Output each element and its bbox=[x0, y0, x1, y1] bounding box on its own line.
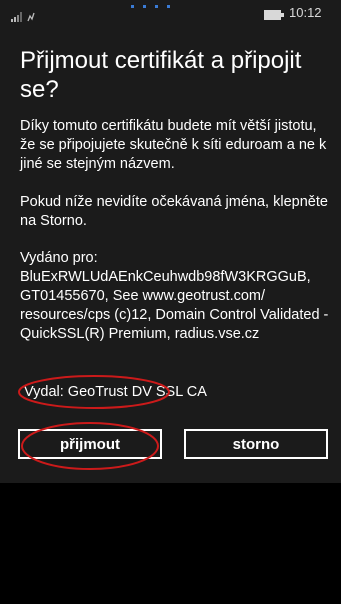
issued-to-block: Vydáno pro: BluExRWLUdAEnkCeuhwdb98fW3KR… bbox=[20, 249, 330, 344]
dialog-hint-text: Pokud níže nevidíte očekávaná jména, kle… bbox=[20, 194, 328, 229]
status-time: 10:12 bbox=[289, 5, 322, 20]
activity-dots-icon bbox=[131, 5, 170, 8]
issuer-text: Vydal: GeoTrust DV SSL CA bbox=[24, 384, 207, 400]
issued-to-value: BluExRWLUdAEnkCeuhwdb98fW3KRGGuB, GT0145… bbox=[20, 269, 329, 342]
dialog-title: Přijmout certifikát a připojit se? bbox=[20, 47, 302, 103]
battery-icon bbox=[264, 10, 284, 20]
signal-icon bbox=[11, 12, 35, 22]
dialog-intro-text: Díky tomuto certifikátu budete mít větší… bbox=[20, 118, 327, 172]
status-bar: 10:12 bbox=[0, 0, 341, 26]
cancel-button[interactable]: storno bbox=[184, 429, 328, 459]
dialog-screen: 10:12 Přijmout certifikát a připojit se?… bbox=[0, 0, 341, 483]
accept-button[interactable]: přijmout bbox=[18, 429, 162, 459]
issued-to-label: Vydáno pro: bbox=[20, 250, 98, 266]
